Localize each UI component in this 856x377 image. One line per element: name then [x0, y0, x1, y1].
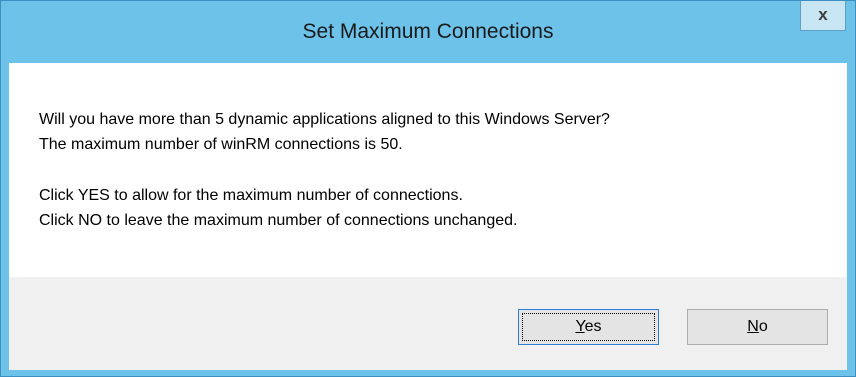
message-area: Will you have more than 5 dynamic applic…: [9, 63, 847, 277]
dialog-client-area: Will you have more than 5 dynamic applic…: [9, 63, 847, 370]
no-button[interactable]: No: [687, 309, 828, 345]
no-button-label: No: [747, 318, 768, 335]
dialog-title: Set Maximum Connections: [302, 20, 554, 43]
close-icon: x: [818, 5, 828, 24]
close-button[interactable]: x: [800, 1, 846, 31]
message-line-3: Click YES to allow for the maximum numbe…: [39, 187, 463, 204]
message-line-2: The maximum number of winRM connections …: [39, 136, 403, 153]
message-line-1: Will you have more than 5 dynamic applic…: [39, 111, 610, 128]
yes-button[interactable]: Yes: [518, 309, 659, 345]
message-line-4: Click NO to leave the maximum number of …: [39, 212, 518, 229]
dialog-window: Set Maximum Connections x Will you have …: [0, 0, 856, 377]
title-bar[interactable]: Set Maximum Connections x: [1, 1, 855, 63]
yes-button-label: Yes: [575, 318, 602, 335]
